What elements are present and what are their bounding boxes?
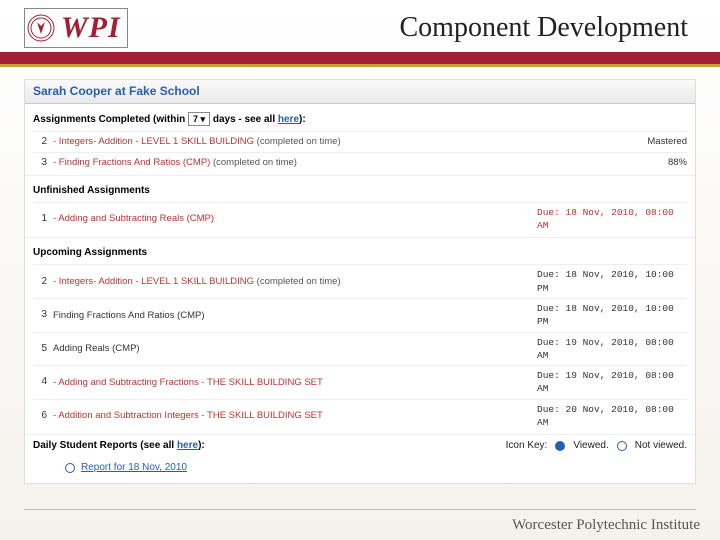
completed-label-prefix: Assignments Completed (within — [33, 114, 185, 125]
assignment-due: Due: 18 Nov, 2010, 10:00 PM — [537, 302, 687, 329]
unfinished-section: Unfinished Assignments 1 - Adding and Su… — [25, 176, 695, 239]
accent-band-red — [0, 52, 720, 64]
assignment-name[interactable]: - Adding and Subtracting Fractions - THE… — [53, 376, 531, 389]
days-select[interactable]: 7 ▾ — [188, 112, 210, 126]
upcoming-section: Upcoming Assignments 2 - Integers- Addit… — [25, 238, 695, 435]
assignment-due: Due: 18 Nov, 2010, 10:00 PM — [537, 268, 687, 295]
assignment-due: Due: 18 Nov, 2010, 08:00 AM — [537, 206, 687, 233]
upcoming-row: 5 Adding Reals (CMP) Due: 19 Nov, 2010, … — [33, 332, 687, 366]
assignment-name[interactable]: Adding Reals (CMP) — [53, 342, 531, 355]
report-status-icon — [65, 463, 75, 473]
assignment-score: Mastered — [537, 135, 687, 148]
row-number: 5 — [33, 342, 47, 356]
completed-row: 3 - Finding Fractions And Ratios (CMP) (… — [33, 152, 687, 173]
footer-text: Worcester Polytechnic Institute — [512, 517, 700, 534]
assignment-due: Due: 19 Nov, 2010, 08:00 AM — [537, 369, 687, 396]
assignment-name[interactable]: - Addition and Subtraction Integers - TH… — [53, 409, 531, 422]
reports-label-prefix: Daily Student Reports (see all — [33, 440, 174, 451]
logo-text: WPI — [61, 11, 121, 45]
student-report-panel: Sarah Cooper at Fake School Assignments … — [24, 79, 696, 484]
row-number: 6 — [33, 409, 47, 423]
row-number: 1 — [33, 212, 47, 226]
viewed-icon — [555, 441, 565, 451]
daily-reports-header: Daily Student Reports (see all here): Ic… — [25, 435, 695, 457]
reports-see-all-link[interactable]: here — [177, 440, 198, 451]
upcoming-title: Upcoming Assignments — [33, 242, 687, 264]
assignment-due: Due: 19 Nov, 2010, 08:00 AM — [537, 336, 687, 363]
panel-header: Sarah Cooper at Fake School — [25, 80, 695, 104]
assignment-score: 88% — [537, 156, 687, 169]
report-link[interactable]: Report for 18 Nov, 2010 — [81, 461, 187, 475]
reports-label-suffix: ): — [198, 440, 205, 451]
assignment-name[interactable]: - Integers- Addition - LEVEL 1 SKILL BUI… — [53, 275, 531, 288]
completed-section: Assignments Completed (within 7 ▾ days -… — [25, 104, 695, 176]
completed-label-suffix: ): — [299, 114, 306, 125]
slide-title: Component Development — [128, 12, 696, 44]
assignment-name[interactable]: - Finding Fractions And Ratios (CMP) (co… — [53, 156, 531, 169]
unfinished-title: Unfinished Assignments — [33, 180, 687, 202]
viewed-label: Viewed. — [573, 439, 608, 453]
row-number: 2 — [33, 275, 47, 289]
upcoming-row: 3 Finding Fractions And Ratios (CMP) Due… — [33, 298, 687, 332]
not-viewed-label: Not viewed. — [635, 439, 687, 453]
upcoming-row: 2 - Integers- Addition - LEVEL 1 SKILL B… — [33, 264, 687, 298]
row-number: 2 — [33, 135, 47, 149]
row-number: 3 — [33, 308, 47, 322]
assignment-due: Due: 20 Nov, 2010, 08:00 AM — [537, 403, 687, 430]
upcoming-row: 6 - Addition and Subtraction Integers - … — [33, 399, 687, 433]
assignment-name[interactable]: Finding Fractions And Ratios (CMP) — [53, 309, 531, 322]
assignment-name[interactable]: - Integers- Addition - LEVEL 1 SKILL BUI… — [53, 135, 531, 148]
report-row: Report for 18 Nov, 2010 — [25, 457, 695, 483]
wpi-seal-icon — [27, 14, 55, 42]
row-number: 4 — [33, 375, 47, 389]
icon-key-label: Icon Key: — [506, 439, 548, 453]
completed-see-all-link[interactable]: here — [278, 114, 299, 125]
assignment-name[interactable]: - Adding and Subtracting Reals (CMP) — [53, 212, 531, 225]
completed-label-mid: days - see all — [213, 114, 275, 125]
wpi-logo: WPI — [24, 8, 128, 48]
footer-rule — [24, 509, 696, 510]
unfinished-row: 1 - Adding and Subtracting Reals (CMP) D… — [33, 202, 687, 236]
not-viewed-icon — [617, 441, 627, 451]
completed-row: 2 - Integers- Addition - LEVEL 1 SKILL B… — [33, 131, 687, 152]
upcoming-row: 4 - Adding and Subtracting Fractions - T… — [33, 365, 687, 399]
row-number: 3 — [33, 156, 47, 170]
